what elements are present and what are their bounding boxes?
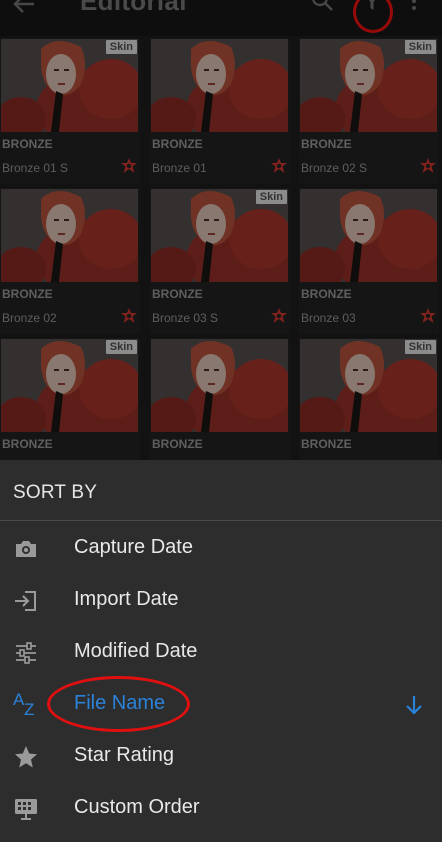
profile-flag-icon[interactable] [419, 307, 437, 325]
photo-tile[interactable]: BRONZE Bronze 01 [150, 38, 290, 184]
option-label: Custom Order [74, 796, 200, 818]
option-label: Star Rating [74, 744, 175, 766]
skin-badge: Skin [404, 40, 436, 54]
more-vertical-icon[interactable] [407, 0, 421, 14]
search-icon[interactable] [310, 0, 336, 14]
import-icon [15, 591, 36, 611]
tile-category: BRONZE [2, 287, 53, 301]
sort-option-modified-date[interactable]: Modified Date [0, 627, 442, 679]
profile-flag-icon[interactable] [270, 157, 288, 175]
sliders-icon [16, 642, 36, 664]
photo-tile[interactable]: Skin BRONZE [0, 338, 140, 460]
photo-grid: Skin BRONZE Bronze 01 S BRONZE Bronze 01 Skin… [0, 38, 442, 460]
skin-badge: Skin [105, 40, 137, 54]
option-label: Modified Date [74, 640, 198, 662]
tile-name: Bronze 01 [152, 161, 207, 175]
sort-option-custom-order[interactable]: Custom Order [0, 783, 442, 835]
tile-name: Bronze 03 [301, 311, 356, 325]
photo-thumbnail [151, 339, 288, 432]
sort-option-star-rating[interactable]: Star Rating [0, 731, 442, 783]
profile-flag-icon[interactable] [120, 307, 138, 325]
option-label: File Name [74, 692, 166, 714]
tile-category: BRONZE [152, 137, 203, 151]
tile-category: BRONZE [301, 437, 352, 451]
app-header: Editorial [0, 0, 442, 36]
sort-sheet: SORT BY Capture Date Import Date Modifie… [0, 460, 442, 842]
photo-thumbnail: Skin [1, 339, 138, 432]
skin-badge: Skin [404, 340, 436, 354]
sort-option-import-date[interactable]: Import Date [0, 575, 442, 627]
photo-thumbnail: Skin [151, 189, 288, 282]
tile-category: BRONZE [301, 137, 352, 151]
skin-badge: Skin [255, 190, 287, 204]
tile-name: Bronze 03 S [152, 311, 219, 325]
custom-order-icon [15, 799, 37, 820]
sort-option-file-name[interactable]: AZ File Name [0, 679, 442, 731]
photo-thumbnail: Skin [300, 39, 437, 132]
profile-flag-icon[interactable] [120, 157, 138, 175]
option-label: Capture Date [74, 536, 193, 558]
sort-option-capture-date[interactable]: Capture Date [0, 523, 442, 575]
profile-flag-icon[interactable] [419, 157, 437, 175]
az-icon: AZ [13, 690, 35, 719]
arrow-down-icon[interactable] [402, 693, 426, 717]
photo-tile[interactable]: BRONZE Bronze 03 [299, 188, 439, 334]
photo-thumbnail: Skin [300, 339, 437, 432]
photo-tile[interactable]: Skin BRONZE Bronze 01 S [0, 38, 140, 184]
tile-category: BRONZE [301, 287, 352, 301]
back-arrow-icon[interactable] [10, 0, 38, 18]
tile-category: BRONZE [152, 437, 203, 451]
tile-category: BRONZE [2, 437, 53, 451]
photo-thumbnail [1, 189, 138, 282]
tile-name: Bronze 02 [2, 311, 57, 325]
photo-tile[interactable]: BRONZE [150, 338, 290, 460]
camera-icon [16, 541, 36, 557]
divider [0, 520, 442, 521]
photo-tile[interactable]: Skin BRONZE Bronze 03 S [150, 188, 290, 334]
photo-tile[interactable]: Skin BRONZE [299, 338, 439, 460]
tile-name: Bronze 01 S [2, 161, 69, 175]
sheet-title: SORT BY [13, 482, 98, 503]
photo-thumbnail [151, 39, 288, 132]
filter-annotation-circle [353, 0, 393, 33]
tile-category: BRONZE [152, 287, 203, 301]
tile-name: Bronze 02 S [301, 161, 368, 175]
profile-flag-icon[interactable] [270, 307, 288, 325]
tile-category: BRONZE [2, 137, 53, 151]
photo-tile[interactable]: BRONZE Bronze 02 [0, 188, 140, 334]
star-icon [15, 746, 37, 768]
photo-thumbnail: Skin [1, 39, 138, 132]
page-title: Editorial [80, 0, 187, 16]
option-label: Import Date [74, 588, 179, 610]
photo-tile[interactable]: Skin BRONZE Bronze 02 S [299, 38, 439, 184]
skin-badge: Skin [105, 340, 137, 354]
photo-thumbnail [300, 189, 437, 282]
